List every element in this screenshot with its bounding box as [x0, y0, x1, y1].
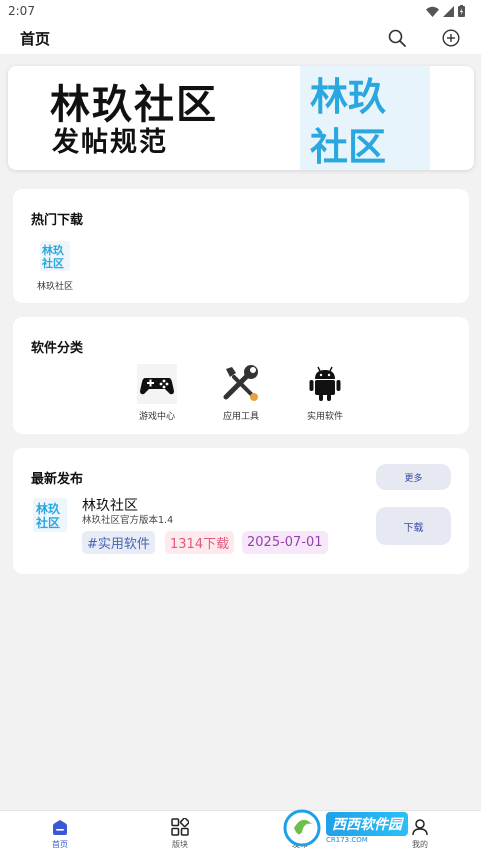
nav-label-sections: 版块 — [172, 840, 188, 849]
hot-download-label: 林玖社区 — [36, 282, 73, 292]
watermark-logo-icon — [283, 809, 321, 847]
date-tag: 2025-07-01 — [242, 531, 328, 554]
category-label: 实用软件 — [306, 412, 343, 422]
categories-title: 软件分类 — [31, 341, 84, 356]
svg-text:林玖: 林玖 — [310, 75, 386, 119]
app-logo: 林玖 社区 — [33, 498, 67, 532]
nav-item-sections[interactable]: 版块 — [150, 817, 210, 850]
app-description: 林玖社区官方版本1.4 — [82, 515, 174, 526]
search-icon — [388, 29, 406, 47]
category-label: 应用工具 — [222, 412, 259, 422]
gamepad-icon — [136, 363, 178, 405]
battery-icon — [458, 5, 465, 17]
watermark-text: 西西软件园 — [326, 812, 408, 836]
status-icons — [426, 5, 465, 17]
category-utilities[interactable]: 实用软件 — [295, 363, 355, 422]
download-button[interactable]: 下载 — [376, 507, 451, 545]
latest-release-card: 最新发布 更多 林玖 社区 林玖社区 林玖社区官方版本1.4 #实用软件 131… — [13, 448, 469, 574]
svg-text:林玖: 林玖 — [42, 243, 65, 257]
category-games[interactable]: 游戏中心 — [127, 363, 187, 422]
category-tag: #实用软件 — [82, 531, 155, 554]
watermark: 西西软件园 CR173.COM — [282, 806, 462, 850]
add-button[interactable] — [441, 28, 461, 48]
app-bar: 首页 — [0, 22, 481, 54]
category-label: 游戏中心 — [138, 412, 175, 422]
status-bar: 2:07 — [0, 0, 481, 22]
app-actions — [387, 28, 461, 48]
android-icon — [304, 363, 346, 405]
svg-text:社区: 社区 — [310, 125, 386, 169]
banner-subtitle: 发帖规范 — [52, 127, 168, 158]
categories-card: 软件分类 游戏中心 应用工具 实用软件 — [13, 317, 469, 434]
search-button[interactable] — [387, 28, 407, 48]
category-tools[interactable]: 应用工具 — [211, 363, 271, 422]
nav-item-home[interactable]: 首页 — [30, 817, 90, 850]
tools-icon — [220, 363, 262, 405]
svg-text:社区: 社区 — [41, 256, 64, 270]
page-title: 首页 — [20, 29, 51, 48]
add-circle-icon — [442, 29, 460, 47]
wifi-icon — [426, 6, 439, 17]
svg-text:林玖: 林玖 — [36, 501, 61, 516]
hot-downloads-card: 热门下载 林玖 社区 林玖社区 — [13, 189, 469, 303]
home-icon — [50, 817, 70, 837]
signal-icon — [443, 5, 454, 17]
nav-label-home: 首页 — [52, 840, 68, 849]
status-time: 2:07 — [8, 4, 35, 18]
grid-icon — [170, 817, 190, 837]
watermark-subtext: CR173.COM — [326, 836, 368, 844]
more-button[interactable]: 更多 — [376, 464, 451, 490]
app-logo: 林玖 社区 — [40, 241, 70, 271]
hot-download-item[interactable]: 林玖 社区 林玖社区 — [33, 241, 77, 292]
latest-release-title: 最新发布 — [31, 472, 84, 487]
banner-logo: 林玖 社区 — [300, 66, 430, 170]
downloads-tag: 1314下载 — [165, 531, 235, 554]
svg-text:社区: 社区 — [35, 515, 60, 530]
banner[interactable]: 林玖社区 发帖规范 林玖 社区 — [8, 66, 474, 170]
hot-downloads-title: 热门下载 — [31, 213, 84, 228]
